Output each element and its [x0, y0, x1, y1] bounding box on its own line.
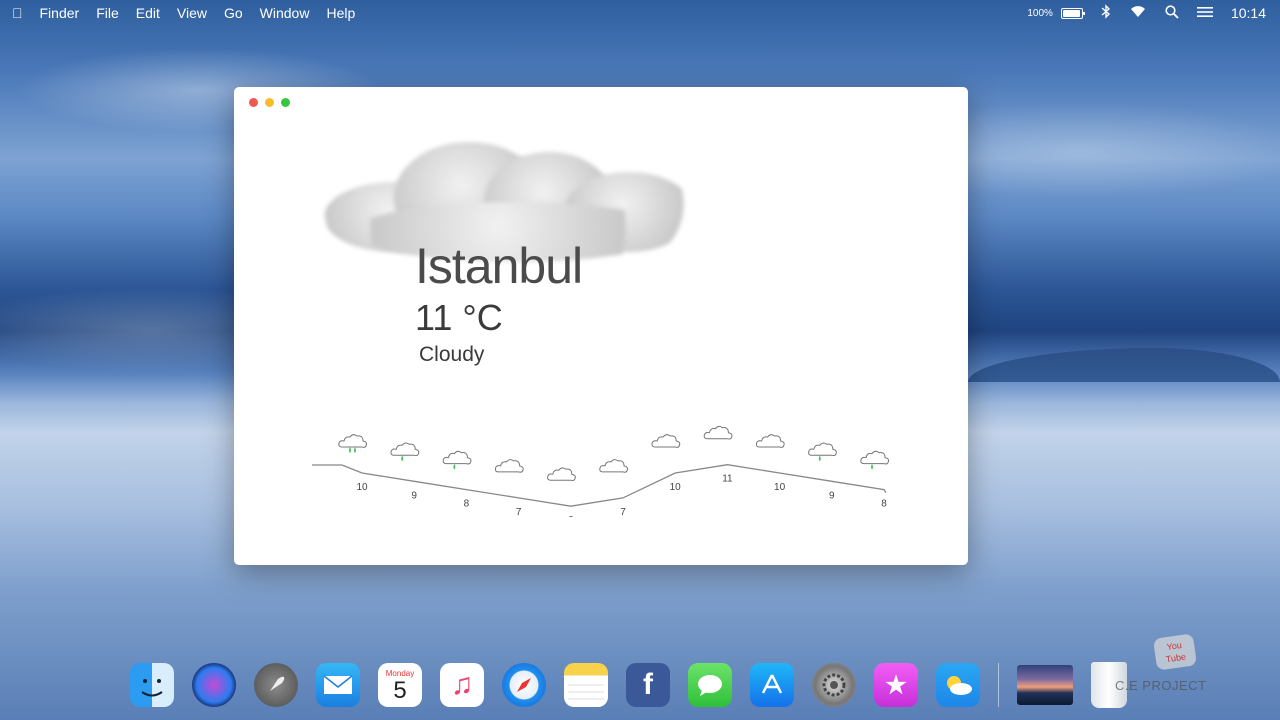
forecast-temp-label: 9 [411, 490, 417, 501]
facebook-icon[interactable]: f [626, 663, 670, 707]
battery-icon[interactable] [1060, 7, 1085, 19]
messages-bubble-icon[interactable] [688, 663, 732, 707]
launchpad-rocket-icon[interactable] [254, 663, 298, 707]
forecast-temp-label: 11 [722, 474, 733, 485]
forecast-temp-label: 7 [620, 507, 626, 517]
app-store-icon[interactable] [750, 663, 794, 707]
zoom-button[interactable] [281, 98, 290, 107]
cloud-icon [651, 434, 681, 448]
forecast-temp-label: 7 [516, 507, 522, 517]
notes-icon[interactable] [564, 663, 608, 707]
menu-file[interactable]: File [96, 5, 119, 21]
weather-app-icon[interactable] [936, 663, 980, 707]
menu-window[interactable]: Window [260, 5, 310, 21]
rain-cloud-icon [442, 450, 472, 470]
cloud-icon [703, 425, 733, 440]
forecast-temp-label: 10 [670, 482, 682, 493]
forecast-temp-label: 8 [464, 499, 470, 510]
youtube-badge: You Tube [1152, 633, 1198, 671]
badge-text-line1: You [1165, 640, 1183, 653]
cloud-icon [755, 434, 785, 448]
rain-cloud-icon [338, 434, 368, 453]
close-button[interactable] [249, 98, 258, 107]
calendar-icon[interactable]: Monday 5 [378, 663, 422, 707]
cloud-icon [599, 459, 629, 473]
forecast-temp-label: 10 [356, 482, 368, 493]
forecast-temp-label: 9 [829, 490, 835, 501]
menu-edit[interactable]: Edit [136, 5, 160, 21]
menu-finder[interactable]: Finder [40, 5, 80, 21]
forecast-temp-label: 6 [568, 515, 574, 517]
battery-percent[interactable]: 100% [1027, 8, 1053, 19]
rain-cloud-icon [860, 450, 890, 470]
safari-compass-icon[interactable] [502, 663, 546, 707]
temperature-line [312, 464, 887, 507]
mail-icon[interactable] [316, 663, 360, 707]
bluetooth-icon[interactable] [1101, 4, 1111, 22]
forecast-temp-label: 8 [881, 499, 887, 510]
wifi-icon[interactable] [1129, 5, 1147, 21]
itunes-store-star-icon[interactable]: ★ [874, 663, 918, 707]
weather-window: Istanbul 11 °C Cloudy 10 9 8 7 6 7 10 11 10 9 8 [234, 87, 968, 565]
menu-clock[interactable]: 10:14 [1231, 5, 1266, 21]
current-temperature: 11 °C [415, 297, 503, 338]
system-preferences-gear-icon[interactable] [812, 663, 856, 707]
menu-view[interactable]: View [177, 5, 207, 21]
dock-separator [998, 663, 999, 707]
forecast-temp-label: 10 [774, 482, 786, 493]
weather-condition: Cloudy [419, 343, 485, 366]
rain-cloud-icon [390, 442, 420, 462]
spotlight-search-icon[interactable] [1165, 4, 1179, 22]
watermark: You Tube C.E PROJECT [1115, 633, 1230, 696]
dock: Monday 5 ♫ f ★ [130, 655, 1127, 715]
siri-icon[interactable] [192, 663, 236, 707]
watermark-text: C.E PROJECT [1115, 678, 1207, 693]
city-name: Istanbul [415, 238, 583, 294]
finder-icon[interactable] [130, 663, 174, 707]
badge-text-line2: Tube [1165, 651, 1187, 665]
notification-center-icon[interactable] [1196, 5, 1213, 21]
minimize-button[interactable] [265, 98, 274, 107]
window-controls [249, 98, 290, 107]
menu-go[interactable]: Go [224, 5, 243, 21]
forecast-chart: 10 9 8 7 6 7 10 11 10 9 8 [312, 425, 890, 517]
photo-thumbnail[interactable] [1017, 665, 1073, 705]
cloud-icon [547, 467, 576, 482]
apple-menu-icon[interactable]:  [12, 5, 23, 21]
cloud-icon [494, 459, 524, 473]
rain-cloud-icon [808, 442, 837, 462]
calendar-day: 5 [393, 677, 407, 704]
menu-bar:  Finder File Edit View Go Window Help 1… [0, 0, 1280, 26]
menu-help[interactable]: Help [326, 5, 355, 21]
music-note-icon[interactable]: ♫ [440, 663, 484, 707]
hourly-forecast: 10 9 8 7 6 7 10 11 10 9 8 [234, 387, 968, 517]
